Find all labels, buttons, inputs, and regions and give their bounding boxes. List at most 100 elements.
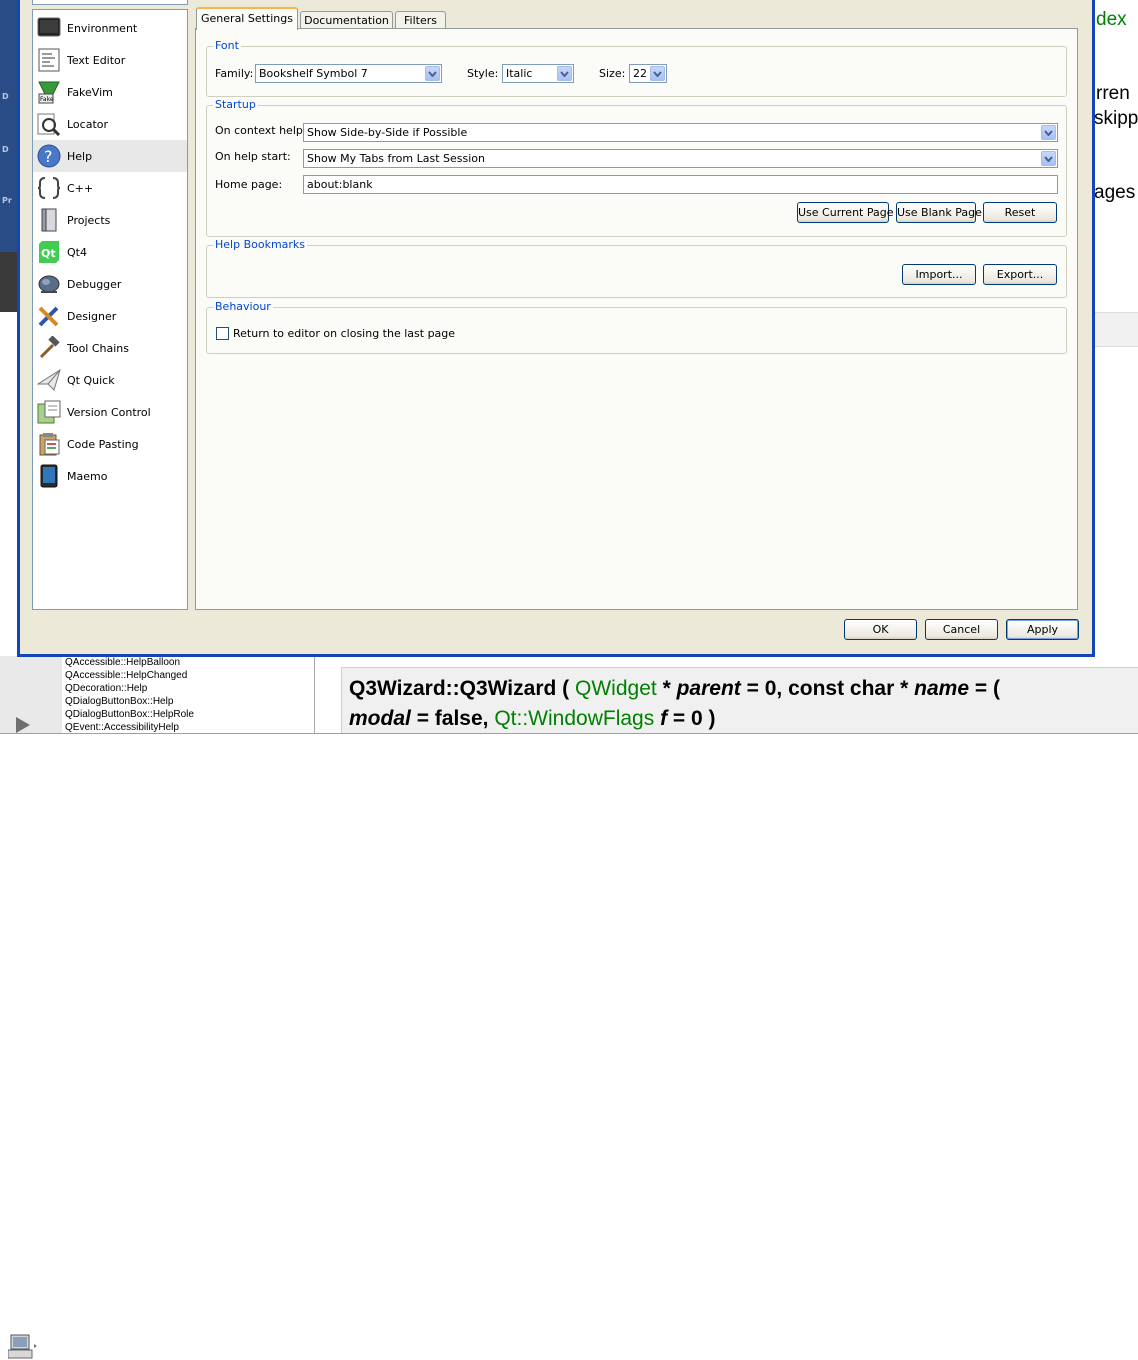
svg-text:Fake: Fake bbox=[40, 96, 54, 103]
category-label: Projects bbox=[67, 213, 111, 227]
category-item-tool-chains[interactable]: Tool Chains bbox=[33, 332, 187, 364]
chevron-down-icon[interactable] bbox=[650, 66, 665, 81]
category-item-projects[interactable]: Projects bbox=[33, 204, 187, 236]
bg-strip-letter: Pr bbox=[2, 196, 12, 205]
category-label: Help bbox=[67, 149, 93, 163]
monitor-icon bbox=[37, 16, 61, 40]
chevron-down-icon[interactable] bbox=[557, 66, 572, 81]
hammer-icon bbox=[37, 336, 61, 360]
play-arrow-icon[interactable] bbox=[16, 717, 30, 733]
category-label: Text Editor bbox=[67, 53, 126, 67]
ok-button[interactable]: OK bbox=[844, 619, 917, 640]
computer-icon[interactable] bbox=[8, 1332, 38, 1360]
return-to-editor-checkbox[interactable] bbox=[216, 327, 229, 340]
size-combo[interactable]: 22 bbox=[629, 64, 667, 83]
device-icon bbox=[37, 464, 61, 488]
category-item-debugger[interactable]: Debugger bbox=[33, 268, 187, 300]
category-item-help[interactable]: ? Help bbox=[33, 140, 187, 172]
style-label: Style: bbox=[467, 67, 499, 80]
family-combo[interactable]: Bookshelf Symbol 7 bbox=[255, 64, 442, 83]
tab-documentation[interactable]: Documentation bbox=[300, 11, 393, 29]
family-label: Family: bbox=[215, 67, 254, 80]
designer-icon bbox=[37, 304, 61, 328]
context-help-combo[interactable]: Show Side-by-Side if Possible bbox=[303, 123, 1058, 142]
category-item-code-pasting[interactable]: Code Pasting bbox=[33, 428, 187, 460]
use-blank-page-button[interactable]: Use Blank Page bbox=[896, 202, 982, 223]
locator-icon bbox=[37, 112, 61, 136]
chevron-down-icon[interactable] bbox=[1041, 125, 1056, 140]
group-title: Font bbox=[213, 39, 241, 52]
filter-field-fragment[interactable] bbox=[32, 0, 188, 5]
group-title: Help Bookmarks bbox=[213, 238, 308, 251]
context-help-label: On context help: bbox=[215, 124, 307, 137]
doc-link[interactable]: QWidget bbox=[575, 677, 657, 700]
list-item[interactable]: QAccessible::HelpBalloon bbox=[62, 656, 314, 669]
category-label: Qt4 bbox=[67, 245, 87, 259]
category-item-text-editor[interactable]: Text Editor bbox=[33, 44, 187, 76]
category-list[interactable]: Environment Text Editor Fake FakeVim Loc… bbox=[32, 9, 188, 610]
category-item-qt-quick[interactable]: Qt Quick bbox=[33, 364, 187, 396]
category-label: Qt Quick bbox=[67, 373, 115, 387]
help-start-combo[interactable]: Show My Tabs from Last Session bbox=[303, 149, 1058, 168]
category-item-fakevim[interactable]: Fake FakeVim bbox=[33, 76, 187, 108]
svg-text:?: ? bbox=[44, 147, 53, 166]
cancel-button[interactable]: Cancel bbox=[925, 619, 998, 640]
help-icon: ? bbox=[37, 144, 61, 168]
category-label: Debugger bbox=[67, 277, 122, 291]
category-item-maemo[interactable]: Maemo bbox=[33, 460, 187, 492]
category-label: Tool Chains bbox=[67, 341, 130, 355]
background-left-panel-lower bbox=[0, 252, 18, 312]
list-item[interactable]: QDialogButtonBox::HelpRole bbox=[62, 708, 314, 721]
bg-doc-snippet: skipp bbox=[1094, 108, 1138, 129]
doc-signature-line2: modal = false, Qt::WindowFlags f = 0 ) bbox=[349, 707, 716, 730]
style-combo[interactable]: Italic bbox=[502, 64, 574, 83]
category-item-designer[interactable]: Designer bbox=[33, 300, 187, 332]
category-label: Maemo bbox=[67, 469, 108, 483]
bg-strip-letter: D bbox=[2, 145, 9, 154]
dialog-body: Environment Text Editor Fake FakeVim Loc… bbox=[20, 0, 1092, 654]
export-button[interactable]: Export... bbox=[983, 264, 1057, 285]
tab-general-settings[interactable]: General Settings bbox=[196, 7, 298, 30]
background-border bbox=[0, 733, 1138, 734]
svg-text:Qt: Qt bbox=[41, 247, 56, 260]
use-current-page-button[interactable]: Use Current Page bbox=[797, 202, 894, 223]
import-button[interactable]: Import... bbox=[902, 264, 976, 285]
background-mode-bar bbox=[0, 656, 62, 1359]
paper-plane-icon bbox=[37, 368, 61, 392]
text-editor-icon bbox=[37, 48, 61, 72]
bg-doc-snippet: ages bbox=[1094, 182, 1136, 203]
category-item-locator[interactable]: Locator bbox=[33, 108, 187, 140]
doc-signature-line1: Q3Wizard::Q3Wizard ( QWidget * parent = … bbox=[349, 677, 1000, 700]
group-title: Behaviour bbox=[213, 300, 273, 313]
category-item-cpp[interactable]: C++ bbox=[33, 172, 187, 204]
list-item[interactable]: QAccessible::HelpChanged bbox=[62, 669, 314, 682]
list-item[interactable]: QDialogButtonBox::Help bbox=[62, 695, 314, 708]
category-label: C++ bbox=[67, 181, 94, 195]
doc-link[interactable]: Qt::WindowFlags bbox=[494, 707, 654, 730]
list-item[interactable]: QDecoration::Help bbox=[62, 682, 314, 695]
category-label: Locator bbox=[67, 117, 109, 131]
help-bookmarks-group: Help Bookmarks Import... Export... bbox=[206, 238, 1067, 298]
help-index-list[interactable]: QAccessible::HelpBalloon QAccessible::He… bbox=[62, 656, 315, 734]
behaviour-group: Behaviour Return to editor on closing th… bbox=[206, 300, 1067, 354]
category-label: FakeVim bbox=[67, 85, 113, 99]
size-label: Size: bbox=[599, 67, 626, 80]
category-item-version-control[interactable]: Version Control bbox=[33, 396, 187, 428]
home-page-input[interactable]: about:blank bbox=[303, 175, 1058, 194]
chevron-down-icon[interactable] bbox=[1041, 151, 1056, 166]
qt4-icon: Qt bbox=[37, 240, 61, 264]
category-item-qt4[interactable]: Qt Qt4 bbox=[33, 236, 187, 268]
help-start-label: On help start: bbox=[215, 150, 291, 163]
category-label: Code Pasting bbox=[67, 437, 139, 451]
bg-strip-letter: D bbox=[2, 92, 9, 101]
tab-filters[interactable]: Filters bbox=[395, 11, 446, 29]
category-label: Environment bbox=[67, 21, 138, 35]
chevron-down-icon[interactable] bbox=[425, 66, 440, 81]
version-control-icon bbox=[37, 400, 61, 424]
group-title: Startup bbox=[213, 98, 258, 111]
options-dialog: Environment Text Editor Fake FakeVim Loc… bbox=[17, 0, 1095, 657]
category-item-environment[interactable]: Environment bbox=[33, 12, 187, 44]
apply-button[interactable]: Apply bbox=[1006, 619, 1079, 640]
reset-button[interactable]: Reset bbox=[983, 202, 1057, 223]
home-page-label: Home page: bbox=[215, 178, 283, 191]
